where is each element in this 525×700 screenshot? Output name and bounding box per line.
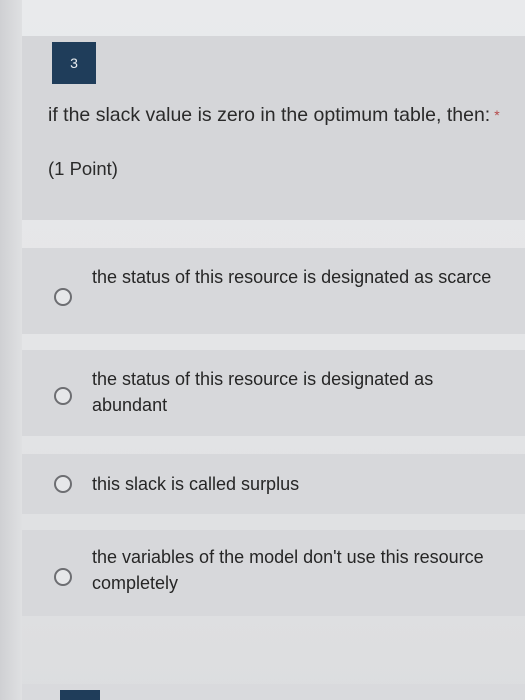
- option-label: the status of this resource is designate…: [92, 267, 492, 287]
- option-label: the variables of the model don't use thi…: [92, 547, 484, 593]
- answer-option-4[interactable]: the variables of the model don't use thi…: [22, 530, 525, 616]
- question-number-badge: 3: [52, 42, 96, 84]
- option-label: the status of this resource is designate…: [92, 369, 434, 415]
- question-points: (1 Point): [48, 158, 118, 179]
- answer-option-1[interactable]: the status of this resource is designate…: [22, 248, 525, 334]
- left-margin: [0, 0, 22, 700]
- answer-option-3[interactable]: this slack is called surplus: [22, 454, 525, 514]
- radio-button-icon[interactable]: [54, 288, 72, 306]
- answer-option-2[interactable]: the status of this resource is designate…: [22, 350, 525, 436]
- question-title: if the slack value is zero in the optimu…: [48, 104, 491, 126]
- required-asterisk: *: [494, 107, 500, 123]
- radio-button-icon[interactable]: [54, 568, 72, 586]
- radio-button-icon[interactable]: [54, 387, 72, 405]
- question-card: 3 if the slack value is zero in the opti…: [22, 36, 525, 220]
- option-label: this slack is called surplus: [92, 474, 300, 494]
- question-text-block: if the slack value is zero in the optimu…: [48, 102, 508, 128]
- radio-button-icon[interactable]: [54, 475, 72, 493]
- question-number: 3: [70, 55, 78, 71]
- next-question-number-badge: [60, 690, 100, 700]
